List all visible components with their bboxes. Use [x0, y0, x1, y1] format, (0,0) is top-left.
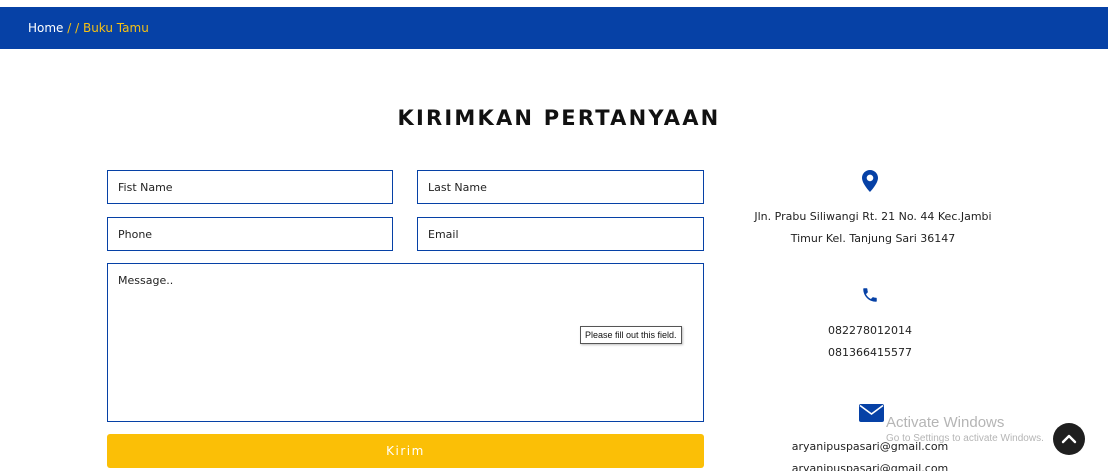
address-line-2: Timur Kel. Tanjung Sari 36147 — [790, 232, 956, 245]
phone-number-1: 082278012014 — [828, 324, 912, 337]
first-name-field[interactable] — [107, 170, 393, 204]
envelope-icon — [859, 404, 884, 422]
validation-tooltip: Please fill out this field. — [580, 326, 682, 344]
watermark-line-1: Activate Windows — [886, 414, 1005, 431]
breadcrumb-home-link[interactable]: Home — [28, 21, 63, 35]
breadcrumb-current: Buku Tamu — [82, 21, 149, 35]
chevron-up-icon — [1061, 434, 1077, 444]
phone-numbers: 082278012014 081366415577 — [770, 320, 970, 364]
map-marker-icon — [862, 170, 878, 192]
breadcrumb-separator: / / — [63, 21, 83, 35]
address-line-1: Jln. Prabu Siliwangi Rt. 21 No. 44 Kec.J… — [754, 210, 992, 223]
watermark-line-2: Go to Settings to activate Windows. — [886, 433, 1044, 444]
breadcrumb: Home / / Buku Tamu — [28, 21, 149, 35]
address-text: Jln. Prabu Siliwangi Rt. 21 No. 44 Kec.J… — [722, 206, 1024, 250]
phone-field[interactable] — [107, 217, 393, 251]
phone-number-2: 081366415577 — [828, 346, 912, 359]
top-bar: Home / / Buku Tamu — [0, 7, 1108, 49]
email-field[interactable] — [417, 217, 704, 251]
phone-icon — [863, 288, 877, 302]
windows-activation-watermark: Activate Windows Go to Settings to activ… — [886, 414, 1044, 444]
scroll-to-top-button[interactable] — [1053, 423, 1085, 455]
page-title: KIRIMKAN PERTANYAAN — [397, 106, 721, 130]
email-address-2: aryanipuspasari@gmail.com — [791, 462, 949, 471]
submit-button[interactable]: Kirim — [107, 434, 704, 468]
last-name-field[interactable] — [417, 170, 704, 204]
